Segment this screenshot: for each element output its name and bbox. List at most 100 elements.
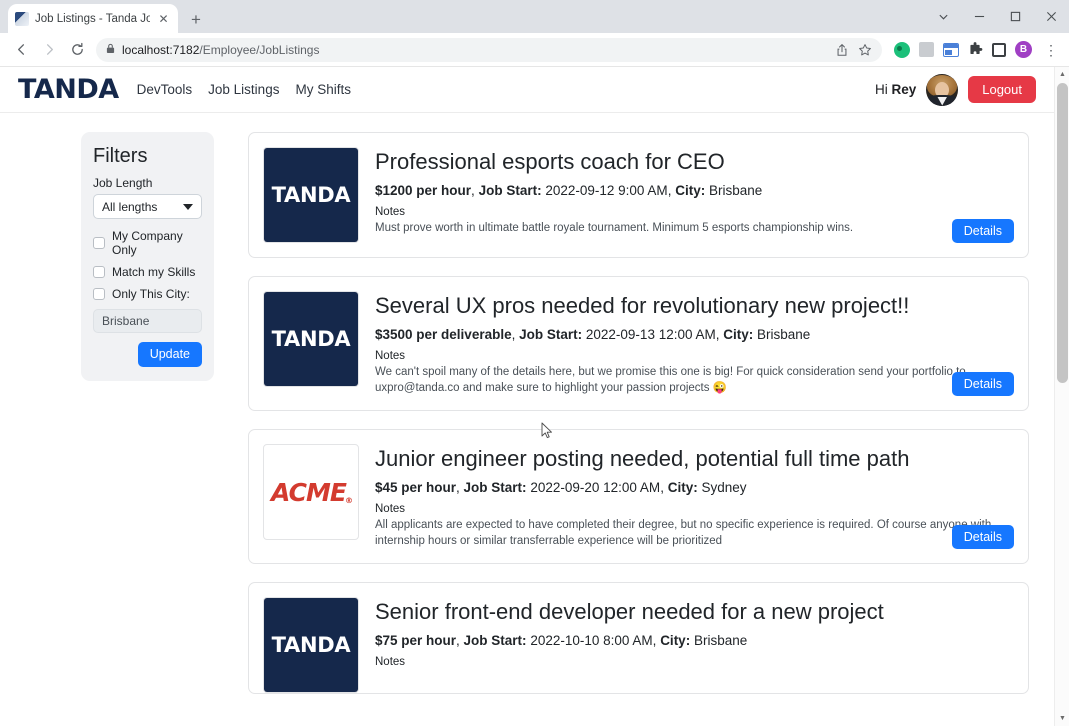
nav-link-my-shifts[interactable]: My Shifts: [295, 82, 351, 97]
job-card[interactable]: TANDA Senior front-end developer needed …: [248, 582, 1029, 695]
job-start-value: 2022-09-13 12:00 AM: [585, 326, 716, 342]
job-city-label: City:: [723, 326, 754, 342]
nav-link-job-listings[interactable]: Job Listings: [208, 82, 279, 97]
scroll-up-icon[interactable]: ▲: [1055, 67, 1069, 82]
back-icon[interactable]: [8, 37, 34, 63]
app-nav: DevTools Job Listings My Shifts: [137, 82, 351, 97]
lock-icon: [106, 43, 115, 57]
app-header: TANDA DevTools Job Listings My Shifts Hi…: [0, 67, 1054, 113]
web-page: TANDA DevTools Job Listings My Shifts Hi…: [0, 67, 1054, 726]
nav-link-devtools[interactable]: DevTools: [137, 82, 193, 97]
company-logo: ACME ®: [263, 444, 359, 541]
app-header-right: Hi Rey Logout: [874, 73, 1036, 106]
job-meta: $3500 per deliverable, Job Start: 2022-0…: [375, 326, 811, 342]
job-length-select[interactable]: All lengths: [93, 194, 202, 219]
notes-heading: Notes: [375, 206, 406, 219]
job-start-value: 2022-09-20 12:00 AM: [530, 479, 661, 495]
details-button[interactable]: Details: [951, 371, 1014, 397]
browser-titlebar: Job Listings - Tanda Job Hub ✕ +: [0, 0, 1069, 33]
job-listings: TANDA Professional esports coach for CEO…: [248, 132, 1029, 695]
browser-window: Job Listings - Tanda Job Hub ✕ +: [0, 0, 1069, 726]
job-length-label: Job Length: [93, 176, 153, 190]
job-rate: $75 per hour: [375, 632, 457, 648]
extension-gray-icon[interactable]: [919, 42, 934, 57]
tab-title: Job Listings - Tanda Job Hub: [35, 12, 150, 25]
job-notes: All applicants are expected to have comp…: [375, 519, 992, 547]
job-city-value: Brisbane: [693, 632, 748, 648]
checkbox-only-this-city[interactable]: Only This City:: [93, 287, 202, 301]
filters-panel: Filters Job Length All lengths My Compan…: [81, 132, 214, 381]
sidepanel-icon[interactable]: [992, 42, 1006, 57]
url-text: localhost:7182/Employee/JobListings: [122, 43, 319, 57]
job-meta: $1200 per hour, Job Start: 2022-09-12 9:…: [375, 182, 763, 198]
close-tab-icon[interactable]: ✕: [156, 11, 171, 26]
reload-icon[interactable]: [64, 37, 90, 63]
address-bar[interactable]: localhost:7182/Employee/JobListings: [96, 37, 882, 62]
job-start-label: Job Start:: [519, 326, 583, 342]
job-meta: $45 per hour, Job Start: 2022-09-20 12:0…: [375, 479, 747, 495]
scrollbar-thumb[interactable]: [1057, 83, 1068, 383]
maximize-icon[interactable]: [997, 0, 1033, 33]
minimize-icon[interactable]: [961, 0, 997, 33]
job-start-label: Job Start:: [463, 479, 527, 495]
job-city-label: City:: [675, 182, 706, 198]
company-logo: TANDA: [263, 147, 359, 243]
new-tab-button[interactable]: +: [183, 6, 209, 32]
browser-menu-icon[interactable]: ⋮: [1041, 43, 1061, 57]
tab-search-chevron-icon[interactable]: [925, 0, 961, 33]
job-rate: $45 per hour: [375, 479, 457, 495]
scroll-down-icon[interactable]: ▼: [1055, 711, 1069, 726]
job-title: Professional esports coach for CEO: [375, 149, 725, 174]
profile-avatar-icon[interactable]: B: [1015, 41, 1032, 58]
extensions-puzzle-icon[interactable]: [968, 42, 983, 57]
logout-button[interactable]: Logout: [968, 76, 1036, 103]
city-input[interactable]: Brisbane: [93, 309, 202, 333]
job-city-value: Brisbane: [757, 326, 811, 342]
checkbox-label: Only This City:: [112, 287, 190, 301]
checkbox-label: Match my Skills: [112, 265, 196, 279]
user-greeting: Hi Rey: [874, 82, 917, 97]
job-card[interactable]: TANDA Professional esports coach for CEO…: [248, 132, 1029, 258]
window-controls: [925, 0, 1069, 33]
extension-media-icon[interactable]: [943, 42, 959, 57]
notes-heading: Notes: [375, 503, 406, 516]
company-logo: TANDA: [263, 597, 359, 694]
checkbox-match-my-skills[interactable]: Match my Skills: [93, 265, 202, 279]
job-notes: We can't spoil many of the details here,…: [375, 366, 966, 394]
checkbox-icon: [93, 288, 105, 300]
job-city-label: City:: [667, 479, 698, 495]
job-card[interactable]: TANDA Several UX pros needed for revolut…: [248, 276, 1029, 412]
url-host: localhost:7182: [122, 42, 200, 57]
job-card[interactable]: ACME ® Junior engineer posting needed, po…: [248, 429, 1029, 565]
forward-icon[interactable]: [36, 37, 62, 63]
job-meta: $75 per hour, Job Start: 2022-10-10 8:00…: [375, 632, 748, 648]
notes-heading: Notes: [375, 656, 406, 669]
share-icon[interactable]: [835, 43, 849, 57]
avatar[interactable]: [926, 73, 959, 106]
user-name: Rey: [891, 82, 917, 97]
bookmark-star-icon[interactable]: [858, 43, 872, 57]
checkbox-label: My Company Only: [112, 229, 183, 257]
browser-tab[interactable]: Job Listings - Tanda Job Hub ✕: [8, 4, 178, 33]
checkbox-my-company-only[interactable]: My Company Only: [93, 229, 202, 257]
checkbox-icon: [93, 266, 105, 278]
job-length-value: All lengths: [102, 199, 158, 214]
profile-status-icon[interactable]: [894, 41, 910, 58]
job-city-label: City:: [660, 632, 691, 648]
job-start-label: Job Start:: [478, 182, 542, 198]
details-button[interactable]: Details: [951, 218, 1014, 243]
page-scrollbar[interactable]: ▲ ▼: [1054, 67, 1069, 726]
details-button[interactable]: Details: [951, 524, 1014, 550]
page-viewport: TANDA DevTools Job Listings My Shifts Hi…: [0, 67, 1069, 726]
app-logo[interactable]: TANDA: [18, 76, 119, 103]
job-start-label: Job Start:: [463, 632, 527, 648]
tanda-logo-icon: TANDA: [264, 292, 358, 386]
close-window-icon[interactable]: [1033, 0, 1069, 33]
update-button[interactable]: Update: [137, 342, 202, 367]
checkbox-icon: [93, 237, 105, 249]
company-logo: TANDA: [263, 291, 359, 387]
job-start-value: 2022-09-12 9:00 AM: [545, 182, 668, 198]
extension-icons: B ⋮: [890, 41, 1061, 58]
favicon-icon: [15, 11, 29, 26]
tanda-logo-icon: TANDA: [264, 148, 358, 242]
